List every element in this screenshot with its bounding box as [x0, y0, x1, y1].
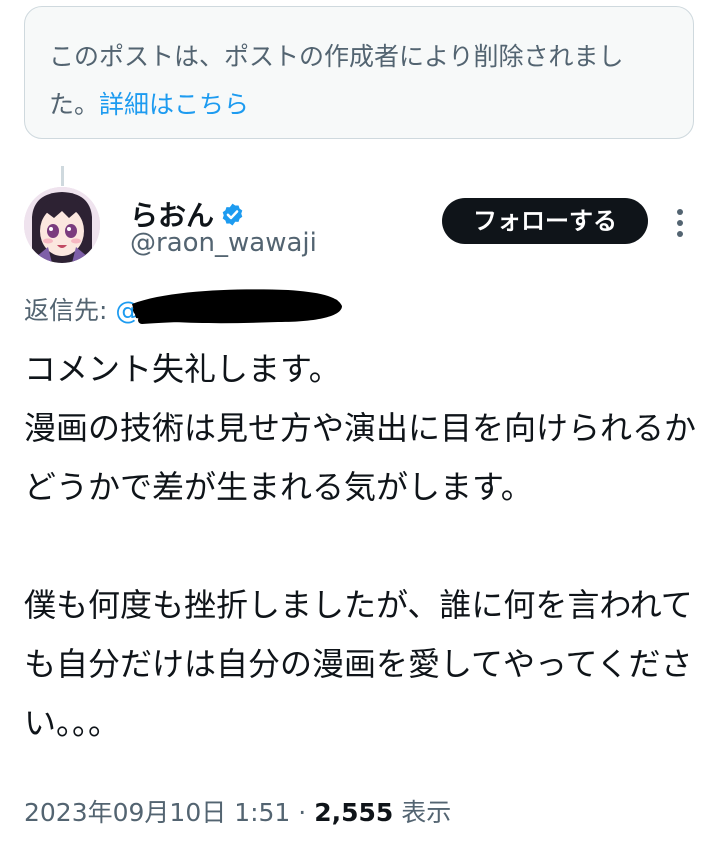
follow-button[interactable]: フォローする — [442, 198, 648, 244]
more-options-icon[interactable] — [670, 206, 690, 240]
post-paragraph: コメント失礼します。 — [24, 350, 341, 388]
verified-badge-icon[interactable] — [220, 202, 245, 227]
post-text: コメント失礼します。 漫画の技術は見せ方や演出に目を向けられるかどうかで差が生ま… — [24, 340, 700, 753]
reply-to-row: 返信先: @ — [24, 291, 140, 327]
reply-to-label: 返信先: — [24, 296, 108, 325]
views-count: 2,555 — [314, 798, 394, 827]
views-label: 表示 — [401, 798, 452, 827]
avatar[interactable] — [24, 187, 100, 263]
post-timestamp[interactable]: 2023年09月10日 1:51 — [24, 798, 290, 827]
details-link[interactable]: 詳細はこちら — [99, 90, 249, 119]
post-meta: 2023年09月10日 1:51 · 2,555 表示 — [24, 793, 451, 829]
redaction-scribble — [132, 289, 342, 324]
author-handle[interactable]: @raon_wawaji — [130, 228, 317, 258]
post-paragraph: 僕も何度も挫折しましたが、誰に何を言われても自分だけは自分の漫画を愛してやってく… — [24, 586, 693, 742]
meta-separator: · — [298, 798, 307, 827]
deleted-post-notice: このポストは、ポストの作成者により削除されました。詳細はこちら — [24, 6, 694, 139]
avatar-illustration — [24, 187, 100, 263]
thread-connector-line — [61, 166, 64, 186]
post-paragraph: 漫画の技術は見せ方や演出に目を向けられるかどうかで差が生まれる気がします。 — [24, 409, 697, 506]
